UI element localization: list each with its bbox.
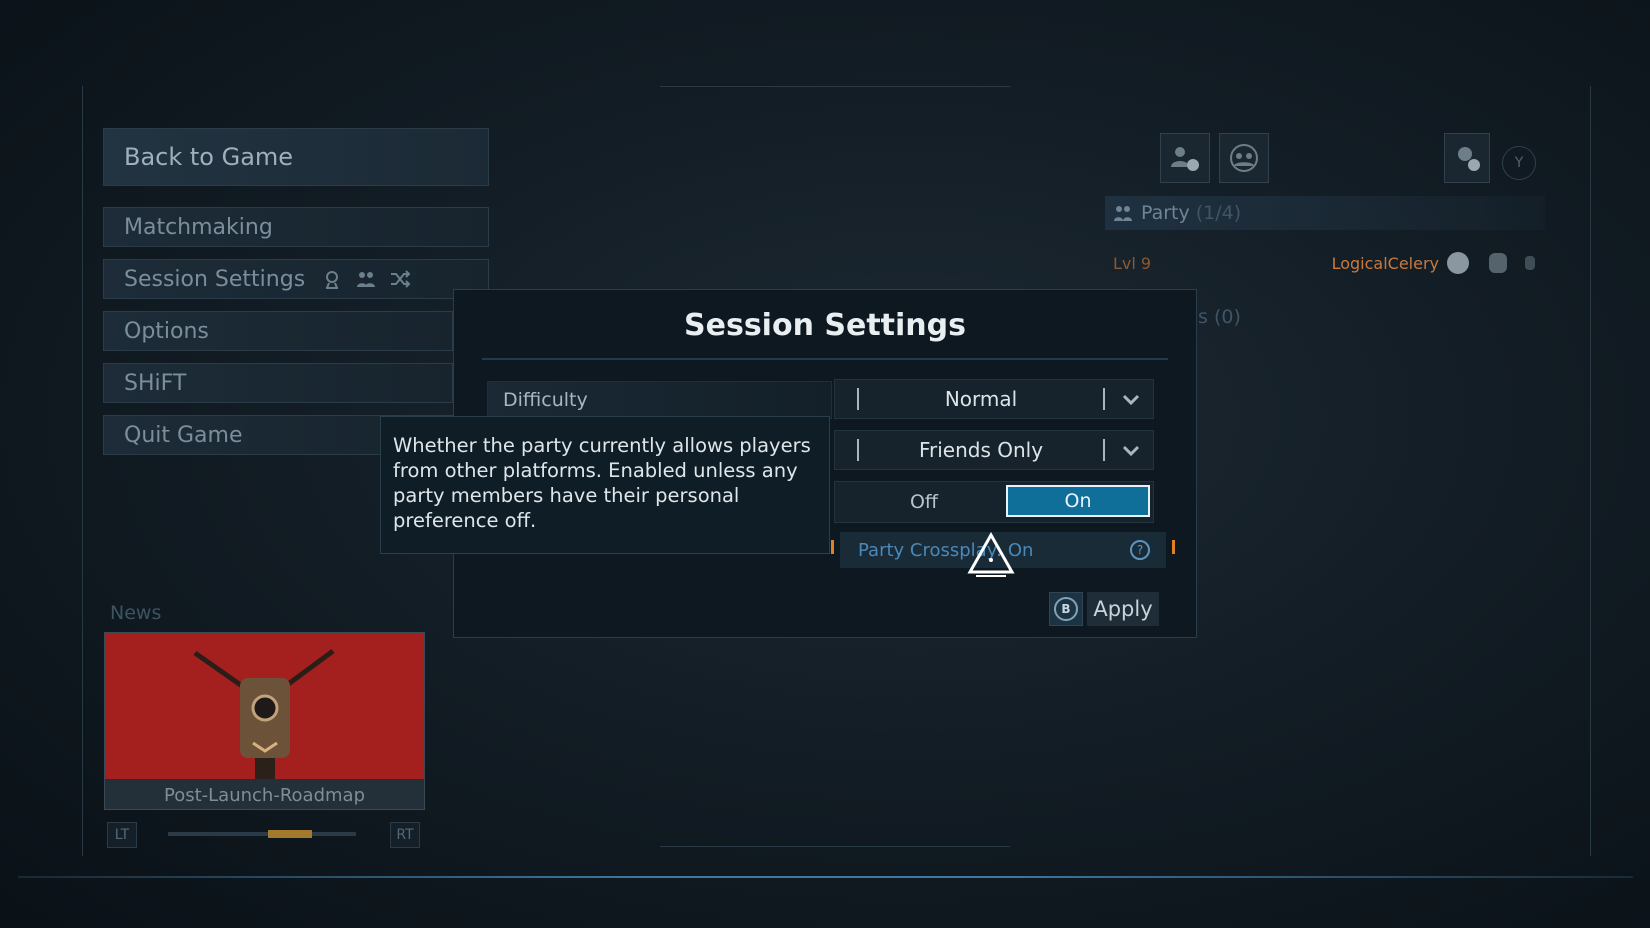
party-member-row[interactable]: Lvl 9 LogicalCelery — [1105, 245, 1535, 281]
profile-icon — [1458, 147, 1480, 171]
toggle-on-option[interactable]: On — [1006, 485, 1150, 517]
help-icon[interactable]: ? — [1130, 540, 1150, 560]
shift-button[interactable]: SHiFT — [103, 363, 453, 403]
crossplay-icon — [391, 270, 411, 288]
member-level: Lvl 9 — [1113, 253, 1152, 273]
friends-button[interactable] — [1219, 133, 1269, 183]
member-name: LogicalCelery — [1331, 253, 1439, 273]
member-avatar-icon — [1489, 253, 1507, 273]
back-to-game-button[interactable]: Back to Game — [103, 128, 489, 186]
news-card[interactable]: Post-Launch-Roadmap — [104, 632, 425, 810]
options-label: Options — [124, 318, 209, 344]
party-icon — [357, 272, 376, 287]
crossplay-marker-right — [1172, 540, 1175, 554]
crossplay-tooltip: Whether the party currently allows playe… — [380, 416, 830, 554]
party-icon — [1114, 206, 1132, 221]
difficulty-icon — [326, 271, 339, 289]
modal-divider — [482, 358, 1168, 360]
quit-game-label: Quit Game — [124, 422, 243, 448]
steam-icon — [1447, 252, 1469, 274]
news-prev-key[interactable]: LT — [107, 822, 137, 848]
party-invite-button[interactable] — [1160, 133, 1210, 183]
frame-left-line — [82, 86, 83, 856]
party-header: Party (1/4) — [1105, 196, 1545, 230]
session-settings-label: Session Settings — [124, 266, 306, 292]
apply-button[interactable]: Apply — [1087, 592, 1159, 626]
frame-right-line — [1590, 86, 1591, 856]
matchmaking-label: Matchmaking — [124, 214, 273, 240]
member-options-icon[interactable] — [1525, 256, 1535, 270]
news-caption: Post-Launch-Roadmap — [105, 779, 424, 809]
bottom-divider — [18, 876, 1633, 878]
chevron-down-icon — [1122, 394, 1140, 406]
y-key-button[interactable]: Y — [1502, 146, 1536, 180]
news-image — [105, 633, 424, 779]
frame-bottom-line — [660, 846, 1010, 847]
crossplay-toggle: Off On — [834, 481, 1154, 523]
difficulty-dropdown[interactable]: Normal — [834, 379, 1154, 419]
friends-icon — [1230, 144, 1258, 172]
b-key-icon: B — [1049, 592, 1083, 626]
party-invite-icon — [1171, 147, 1199, 171]
cursor-icon — [967, 532, 1015, 577]
difficulty-label: Difficulty — [487, 381, 832, 419]
profile-button[interactable] — [1444, 133, 1490, 183]
news-pager-indicator — [268, 830, 312, 838]
robot-illustration — [193, 648, 335, 779]
news-pager-track — [168, 832, 356, 836]
frame-top-line — [660, 86, 1010, 87]
party-title: Party — [1141, 202, 1190, 224]
options-button[interactable]: Options — [103, 311, 453, 351]
privacy-dropdown[interactable]: Friends Only — [834, 430, 1154, 470]
chevron-down-icon — [1122, 445, 1140, 457]
back-to-game-label: Back to Game — [124, 143, 294, 171]
shift-label: SHiFT — [124, 370, 187, 396]
privacy-value: Friends Only — [857, 438, 1105, 462]
crossplay-marker-left — [831, 540, 834, 554]
party-count: (1/4) — [1195, 202, 1242, 224]
modal-title: Session Settings — [684, 308, 966, 343]
difficulty-value: Normal — [857, 387, 1105, 411]
session-settings-button[interactable]: Session Settings — [103, 259, 489, 299]
toggle-off-option[interactable]: Off — [849, 485, 999, 519]
news-label: News — [110, 602, 162, 624]
matchmaking-button[interactable]: Matchmaking — [103, 207, 489, 247]
news-next-key[interactable]: RT — [390, 822, 420, 848]
party-second-section-label: s (0) — [1198, 306, 1241, 328]
